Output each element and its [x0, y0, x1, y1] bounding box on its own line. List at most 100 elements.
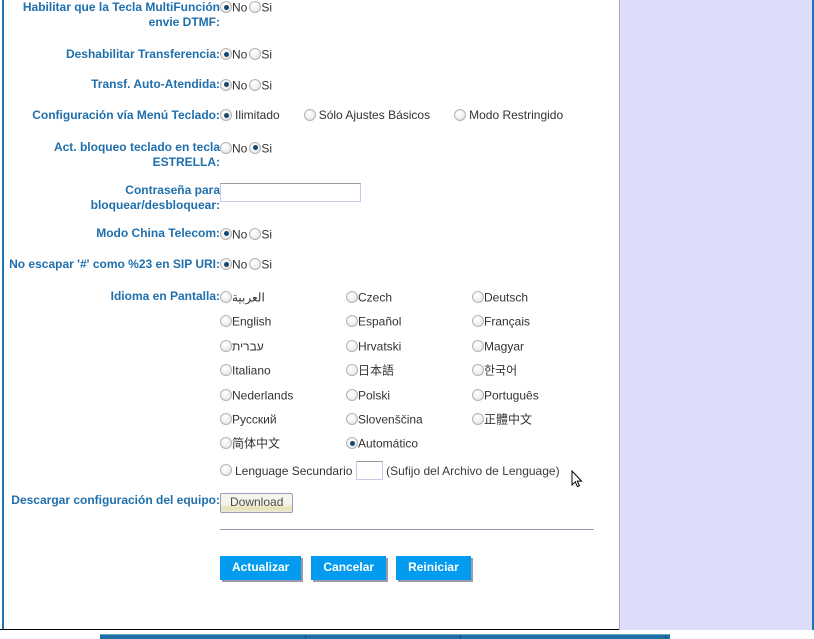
radio-disable-transfer-si[interactable]: Si [249, 47, 272, 62]
radio-lang-hebrew[interactable]: עברית [220, 339, 264, 354]
radio-disable-transfer-no[interactable]: No [220, 47, 247, 62]
language-row: English Español Français [220, 314, 598, 338]
label-keypad-menu-config: Configuración vía Menú Teclado: [4, 108, 220, 123]
radio-lang-simplified-chinese[interactable]: 简体中文 [220, 436, 280, 451]
radio-dot-icon [249, 48, 261, 60]
radio-auto-attended-si[interactable]: Si [249, 78, 272, 93]
radio-no-escape-si[interactable]: Si [249, 257, 272, 272]
radio-label: Español [358, 314, 401, 328]
language-cell: Polski [346, 387, 472, 411]
radio-keypad-unlimited[interactable]: Ilimitado [220, 108, 280, 123]
radio-china-telecom-si[interactable]: Si [249, 227, 272, 242]
table-row: Transf. Auto-Atendida: NoSi [4, 77, 604, 92]
row-spacer [4, 242, 604, 257]
radio-lang-traditional-chinese[interactable]: 正體中文 [472, 412, 532, 427]
row-spacer [4, 513, 604, 529]
radio-dot-icon [346, 340, 358, 352]
label-dtmf-multifunction-key: Habilitar que la Tecla MultiFunción envi… [4, 0, 220, 30]
radio-dot-icon [346, 315, 358, 327]
field-auto-attended-transfer: NoSi [220, 77, 604, 92]
radio-label: العربية [232, 290, 265, 304]
radio-lang-japanese[interactable]: 日本語 [346, 363, 394, 378]
radio-star-lock-no[interactable]: No [220, 141, 247, 156]
language-row: Italiano 日本語 한국어 [220, 363, 598, 387]
radio-lang-slovenscina[interactable]: Slovenščina [346, 412, 423, 427]
radio-lang-espanol[interactable]: Español [346, 314, 401, 329]
radio-dot-icon [249, 142, 261, 154]
label-disable-transfer: Deshabilitar Transferencia: [4, 47, 220, 62]
right-side-pane [619, 0, 814, 630]
taskbar-sliver[interactable] [100, 634, 670, 639]
radio-keypad-basic-only[interactable]: Sólo Ajustes Básicos [304, 108, 430, 123]
radio-dot-icon [220, 437, 232, 449]
radio-star-lock-si[interactable]: Si [249, 141, 272, 156]
radio-lang-czech[interactable]: Czech [346, 290, 392, 305]
radio-lang-english[interactable]: English [220, 314, 271, 329]
radio-lang-deutsch[interactable]: Deutsch [472, 290, 528, 305]
table-row: Descargar configuración del equipo: Down… [4, 493, 604, 513]
field-dtmf-multifunction-key: NoSi [220, 0, 604, 30]
radio-dot-icon [472, 340, 484, 352]
radio-label: Modo Restringido [466, 108, 563, 122]
radio-lang-automatic[interactable]: Automático [346, 436, 418, 451]
field-keypad-menu-config: Ilimitado Sólo Ajustes Básicos Modo Restri… [220, 108, 604, 123]
field-download-config: Download [220, 493, 604, 513]
radio-lang-nederlands[interactable]: Nederlands [220, 388, 293, 403]
radio-dot-icon [346, 437, 358, 449]
radio-dot-icon [220, 258, 232, 270]
radio-lang-italiano[interactable]: Italiano [220, 363, 271, 378]
radio-label: 正體中文 [484, 412, 532, 426]
radio-label: Slovenščina [358, 412, 423, 426]
language-cell: Português [472, 387, 598, 411]
radio-dtmf-no[interactable]: No [220, 0, 247, 15]
table-row: No escapar '#' como %23 en SIP URI: NoSi [4, 257, 604, 272]
language-cell: Magyar [472, 338, 598, 362]
radio-lang-magyar[interactable]: Magyar [472, 339, 524, 354]
radio-lang-portugues[interactable]: Português [472, 388, 539, 403]
radio-label: Deutsch [484, 290, 528, 304]
reboot-button[interactable]: Reiniciar [396, 556, 471, 580]
table-row: Modo China Telecom: NoSi [4, 226, 604, 241]
radio-lang-hrvatski[interactable]: Hrvatski [346, 339, 401, 354]
row-spacer [4, 272, 604, 289]
radio-china-telecom-no[interactable]: No [220, 227, 247, 242]
radio-dot-icon [220, 1, 232, 13]
language-suffix-note: (Sufijo del Archivo de Lenguage) [386, 464, 559, 478]
radio-dot-icon [220, 315, 232, 327]
cancel-button[interactable]: Cancelar [311, 556, 386, 580]
language-row: Nederlands Polski Português [220, 387, 598, 411]
radio-label: Ilimitado [232, 108, 280, 122]
language-suffix-input[interactable] [356, 461, 383, 480]
language-row: 简体中文 Automático [220, 436, 598, 460]
radio-label: Português [484, 388, 539, 402]
radio-label: Polski [358, 388, 390, 402]
radio-dot-icon [220, 142, 232, 154]
radio-lang-polski[interactable]: Polski [346, 388, 390, 403]
radio-lang-secondary[interactable]: Lenguage Secundario [220, 463, 352, 478]
row-spacer [4, 213, 604, 226]
field-lock-unlock-password [220, 183, 604, 213]
radio-no-escape-no[interactable]: No [220, 257, 247, 272]
radio-label: Si [261, 141, 272, 155]
radio-dot-icon [249, 228, 261, 240]
radio-lang-russian[interactable]: Русский [220, 412, 277, 427]
language-cell: Español [346, 314, 472, 338]
radio-dot-icon [472, 413, 484, 425]
radio-lang-korean[interactable]: 한국어 [472, 363, 517, 378]
language-cell: Czech [346, 289, 472, 313]
radio-dot-icon [220, 413, 232, 425]
radio-dot-icon [220, 291, 232, 303]
radio-dtmf-si[interactable]: Si [249, 0, 272, 15]
download-config-button[interactable]: Download [220, 493, 293, 513]
language-cell: العربية [220, 289, 346, 313]
radio-lang-francais[interactable]: Français [472, 314, 530, 329]
radio-lang-arabic[interactable]: العربية [220, 290, 265, 305]
radio-auto-attended-no[interactable]: No [220, 78, 247, 93]
update-button[interactable]: Actualizar [220, 556, 301, 580]
radio-keypad-restricted[interactable]: Modo Restringido [454, 108, 563, 123]
language-cell [472, 436, 598, 460]
language-cell: Русский [220, 412, 346, 436]
lock-unlock-password-input[interactable] [220, 183, 361, 202]
language-cell: English [220, 314, 346, 338]
table-row: Configuración vía Menú Teclado: Ilimitad… [4, 108, 604, 123]
